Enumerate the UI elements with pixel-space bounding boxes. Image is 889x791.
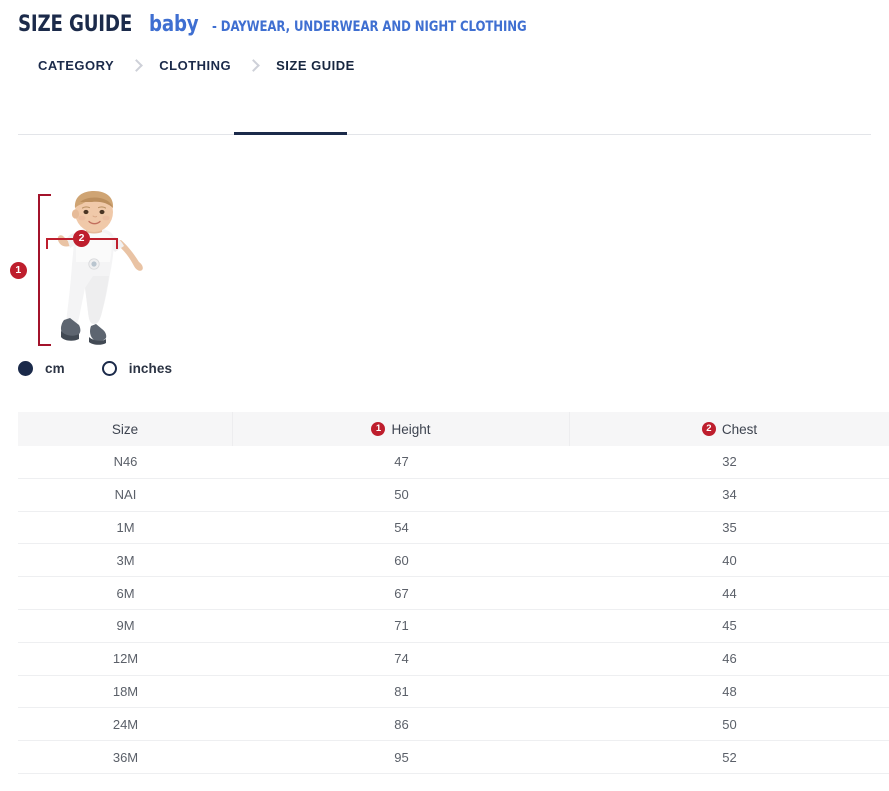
figure-marker-1: 1 — [10, 262, 27, 279]
column-header-size: Size — [18, 412, 233, 446]
table-row: 9M 71 45 — [18, 610, 889, 643]
height-marker-badge: 1 — [371, 422, 385, 436]
cell-chest: 32 — [570, 446, 889, 478]
page-title-description: - DAYWEAR, UNDERWEAR AND NIGHT CLOTHING — [212, 19, 527, 35]
radio-inches[interactable] — [102, 361, 117, 376]
height-line-vertical — [38, 194, 40, 346]
figure-marker-2: 2 — [73, 230, 90, 247]
unit-label-cm: cm — [45, 361, 65, 376]
cell-size: 36M — [18, 741, 233, 773]
cell-size: 6M — [18, 577, 233, 609]
column-header-height: 1 Height — [233, 412, 570, 446]
cell-height: 54 — [233, 512, 570, 544]
height-measure-line — [38, 194, 62, 346]
tab-category[interactable]: CATEGORY — [36, 50, 116, 80]
cell-size: N46 — [18, 446, 233, 478]
cell-size: 9M — [18, 610, 233, 642]
cell-height: 95 — [233, 741, 570, 773]
column-header-height-label: Height — [391, 422, 430, 437]
height-line-cap-top — [38, 194, 51, 196]
tab-size-guide[interactable]: SIZE GUIDE — [274, 50, 357, 80]
cell-height: 47 — [233, 446, 570, 478]
page-title-category: baby — [149, 12, 198, 37]
table-row: 36M 95 52 — [18, 741, 889, 774]
column-header-size-label: Size — [112, 422, 138, 437]
page-title: SIZE GUIDE baby - DAYWEAR, UNDERWEAR AND… — [18, 12, 561, 37]
cell-size: NAI — [18, 479, 233, 511]
size-table: Size 1 Height 2 Chest N46 47 32 NAI — [18, 412, 889, 774]
table-row: 24M 86 50 — [18, 708, 889, 741]
cell-chest: 35 — [570, 512, 889, 544]
cell-height: 67 — [233, 577, 570, 609]
chevron-right-icon — [130, 59, 143, 72]
table-row: NAI 50 34 — [18, 479, 889, 512]
table-header-row: Size 1 Height 2 Chest — [18, 412, 889, 446]
chevron-right-icon — [247, 59, 260, 72]
measurement-figure: 1 2 — [0, 96, 400, 356]
table-row: N46 47 32 — [18, 446, 889, 479]
cell-height: 50 — [233, 479, 570, 511]
unit-label-inches: inches — [129, 361, 172, 376]
cell-height: 86 — [233, 708, 570, 740]
unit-selector: cm inches — [18, 358, 209, 378]
unit-option-inches[interactable]: inches — [102, 361, 172, 376]
unit-option-cm[interactable]: cm — [18, 361, 65, 376]
chest-line-tick-left — [46, 238, 48, 249]
cell-chest: 44 — [570, 577, 889, 609]
cell-chest: 52 — [570, 741, 889, 773]
table-row: 12M 74 46 — [18, 643, 889, 676]
column-header-chest-label: Chest — [722, 422, 757, 437]
cell-size: 12M — [18, 643, 233, 675]
breadcrumb: CATEGORY CLOTHING SIZE GUIDE — [0, 50, 889, 86]
cell-chest: 34 — [570, 479, 889, 511]
cell-chest: 48 — [570, 676, 889, 708]
cell-size: 18M — [18, 676, 233, 708]
column-header-chest: 2 Chest — [570, 412, 889, 446]
cell-height: 74 — [233, 643, 570, 675]
cell-size: 1M — [18, 512, 233, 544]
size-guide-page: SIZE GUIDE baby - DAYWEAR, UNDERWEAR AND… — [0, 0, 889, 791]
table-row: 18M 81 48 — [18, 676, 889, 709]
cell-size: 24M — [18, 708, 233, 740]
tab-clothing[interactable]: CLOTHING — [157, 50, 233, 80]
chest-marker-badge: 2 — [702, 422, 716, 436]
cell-chest: 46 — [570, 643, 889, 675]
cell-size: 3M — [18, 544, 233, 576]
table-row: 1M 54 35 — [18, 512, 889, 545]
cell-height: 60 — [233, 544, 570, 576]
cell-chest: 50 — [570, 708, 889, 740]
cell-height: 81 — [233, 676, 570, 708]
radio-cm[interactable] — [18, 361, 33, 376]
chest-line-tick-right — [116, 238, 118, 249]
table-row: 6M 67 44 — [18, 577, 889, 610]
cell-height: 71 — [233, 610, 570, 642]
cell-chest: 45 — [570, 610, 889, 642]
table-row: 3M 60 40 — [18, 544, 889, 577]
cell-chest: 40 — [570, 544, 889, 576]
page-title-main: SIZE GUIDE — [18, 12, 132, 37]
height-line-cap-bottom — [38, 344, 51, 346]
